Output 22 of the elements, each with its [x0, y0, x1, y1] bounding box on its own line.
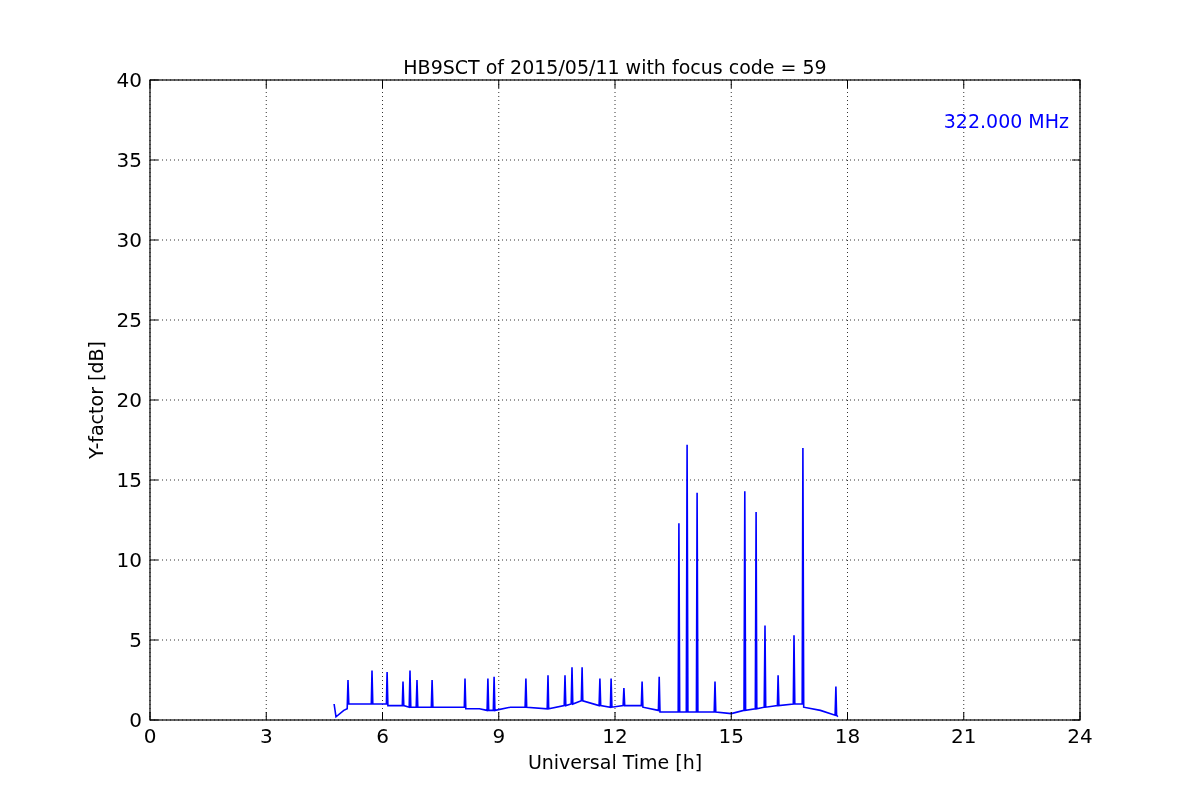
y-tick-label: 20: [116, 388, 142, 412]
y-tick-label: 5: [129, 628, 142, 652]
x-tick-label: 12: [602, 724, 628, 748]
y-tick-label: 15: [116, 468, 142, 492]
series-label: 322.000 MHz: [943, 110, 1069, 132]
x-tick-label: 0: [143, 724, 157, 748]
x-axis-label: Universal Time [h]: [527, 751, 703, 773]
y-tick-label: 40: [116, 68, 142, 92]
y-tick-label: 0: [129, 708, 142, 732]
x-tick-label: 18: [834, 724, 861, 748]
y-tick-label: 30: [116, 228, 142, 252]
x-tick-label: 15: [718, 724, 744, 748]
y-tick-label: 25: [116, 308, 142, 332]
x-tick-label: 21: [951, 724, 977, 748]
y-tick-label: 10: [116, 548, 142, 572]
x-tick-label: 6: [376, 724, 389, 748]
x-tick-label: 3: [259, 724, 273, 748]
x-tick-label: 24: [1067, 724, 1093, 748]
y-axis-label: Y-factor [dB]: [85, 341, 107, 459]
y-tick-label: 35: [116, 148, 142, 172]
chart-title: HB9SCT of 2015/05/11 with focus code = 59: [403, 56, 827, 78]
x-tick-label: 9: [492, 724, 506, 748]
